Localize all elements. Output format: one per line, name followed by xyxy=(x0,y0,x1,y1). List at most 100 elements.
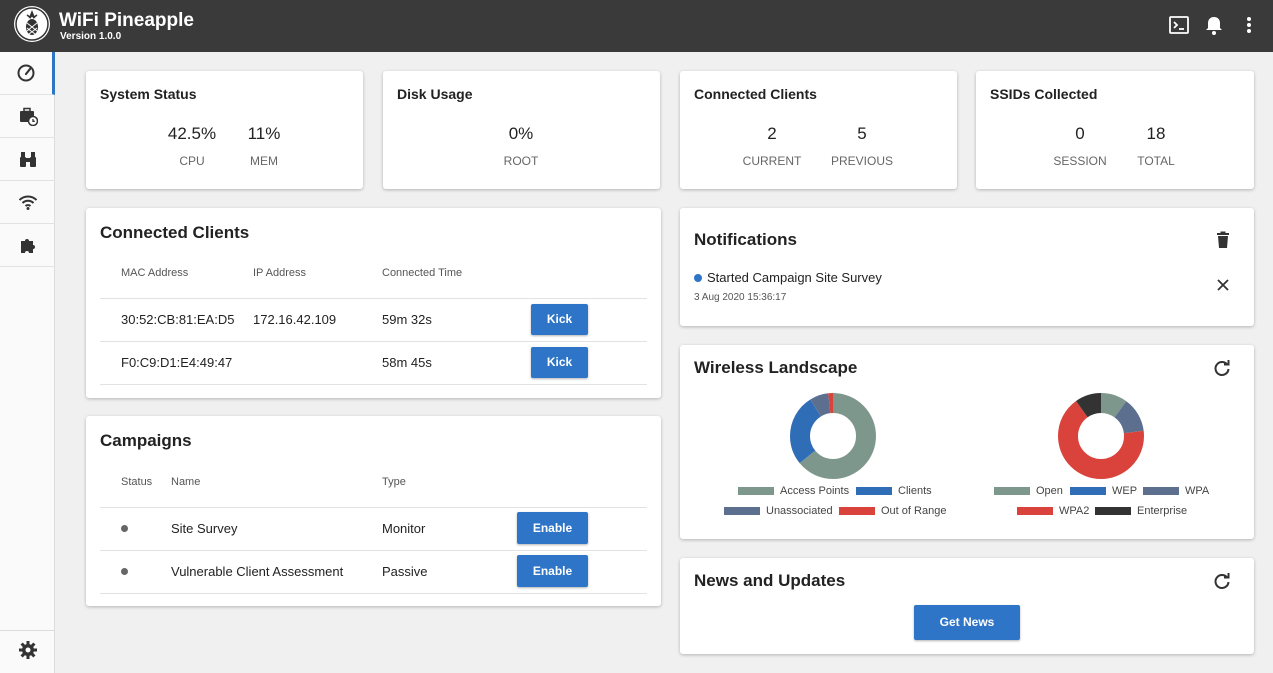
client-ip: 172.16.42.109 xyxy=(253,312,337,327)
sidebar-item-settings[interactable] xyxy=(0,630,55,673)
card-title: Wireless Landscape xyxy=(694,358,858,377)
legend-label: Out of Range xyxy=(881,505,947,517)
campaign-name: Site Survey xyxy=(171,521,238,536)
kick-button[interactable]: Kick xyxy=(531,304,588,335)
encryption-donut-chart xyxy=(1058,393,1144,479)
sidebar-item-dashboard[interactable] xyxy=(0,52,55,95)
session-ssids-label: SESSION xyxy=(1053,154,1107,168)
session-ssids-value: 0 xyxy=(1075,124,1085,143)
dashboard-gauge-icon xyxy=(16,63,36,83)
wifi-icon xyxy=(18,192,38,212)
previous-clients-value: 5 xyxy=(857,124,867,143)
legend-swatch xyxy=(738,487,774,495)
legend-swatch xyxy=(994,487,1030,495)
legend-label: Unassociated xyxy=(766,505,833,517)
card-title: News and Updates xyxy=(694,571,846,590)
campaigns-briefcase-icon xyxy=(18,106,38,126)
cpu-value: 42.5% xyxy=(167,124,217,143)
campaign-type: Passive xyxy=(382,564,428,579)
legend-swatch xyxy=(1070,487,1106,495)
legend-item[interactable]: Unassociated xyxy=(724,505,833,517)
enable-button[interactable]: Enable xyxy=(517,512,588,544)
wireless-landscape-card: Wireless Landscape Access Points Clients… xyxy=(680,345,1254,539)
close-icon[interactable] xyxy=(1213,275,1233,295)
column-header-ip: IP Address xyxy=(253,267,306,279)
legend-swatch xyxy=(1017,507,1053,515)
current-clients-label: CURRENT xyxy=(742,154,802,168)
card-title: Campaigns xyxy=(100,431,192,450)
sidebar-item-modules[interactable] xyxy=(0,224,55,267)
wireless-clients-donut-chart xyxy=(790,393,876,479)
client-mac: F0:C9:D1:E4:49:47 xyxy=(121,355,233,370)
legend-label: Access Points xyxy=(780,485,850,497)
column-header-time: Connected Time xyxy=(382,267,463,279)
client-mac: 30:52:CB:81:EA:D5 xyxy=(121,312,235,327)
ssids-collected-card: SSIDs Collected 0 SESSION 18 TOTAL xyxy=(976,71,1254,189)
notification-time: 3 Aug 2020 15:36:17 xyxy=(694,292,787,303)
campaign-status-indicator xyxy=(121,568,128,575)
legend-label: WPA2 xyxy=(1059,505,1090,517)
app-version: Version 1.0.0 xyxy=(60,31,122,42)
kick-button[interactable]: Kick xyxy=(531,347,588,378)
cpu-label: CPU xyxy=(179,154,205,168)
news-updates-card: News and Updates Get News xyxy=(680,558,1254,654)
unread-dot-icon xyxy=(694,274,702,282)
trash-icon[interactable] xyxy=(1213,230,1233,250)
divider xyxy=(100,507,647,508)
total-ssids-label: TOTAL xyxy=(1137,154,1175,168)
campaign-name: Vulnerable Client Assessment xyxy=(171,564,344,579)
current-clients-value: 2 xyxy=(767,124,777,143)
client-connected-time: 59m 32s xyxy=(382,312,432,327)
connected-clients-card: Connected Clients MAC Address IP Address… xyxy=(86,208,661,398)
card-title: System Status xyxy=(100,86,197,102)
card-title: Connected Clients xyxy=(100,223,250,242)
total-ssids-value: 18 xyxy=(1146,124,1166,143)
campaign-type: Monitor xyxy=(382,521,426,536)
terminal-icon[interactable] xyxy=(1168,14,1190,36)
card-title: SSIDs Collected xyxy=(990,86,1098,102)
app-title: WiFi Pineapple xyxy=(59,10,194,31)
legend-label: Clients xyxy=(898,485,932,497)
enable-button[interactable]: Enable xyxy=(517,555,588,587)
recon-binoculars-icon xyxy=(18,149,38,169)
legend-item[interactable]: WEP xyxy=(1070,485,1137,497)
divider xyxy=(100,593,647,594)
modules-puzzle-icon xyxy=(18,235,38,255)
card-title: Disk Usage xyxy=(397,86,473,102)
notification-text: Started Campaign Site Survey xyxy=(707,270,882,285)
client-connected-time: 58m 45s xyxy=(382,355,432,370)
more-vertical-icon[interactable] xyxy=(1238,14,1260,36)
bell-icon[interactable] xyxy=(1203,14,1225,36)
legend-label: Enterprise xyxy=(1137,505,1188,517)
divider xyxy=(100,550,647,551)
legend-item[interactable]: Out of Range xyxy=(839,505,946,517)
previous-clients-label: PREVIOUS xyxy=(830,154,893,168)
get-news-button[interactable]: Get News xyxy=(914,605,1020,640)
disk-usage-card: Disk Usage 0% ROOT xyxy=(383,71,660,189)
card-title: Notifications xyxy=(694,230,797,249)
legend-item[interactable]: Access Points xyxy=(738,485,849,497)
legend-item[interactable]: Clients xyxy=(856,485,932,497)
pineapple-logo-icon xyxy=(14,6,50,42)
sidebar-item-recon[interactable] xyxy=(0,138,55,181)
legend-item[interactable]: Enterprise xyxy=(1095,505,1187,517)
column-header-type: Type xyxy=(382,476,406,488)
legend-swatch xyxy=(856,487,892,495)
legend-label: WEP xyxy=(1112,485,1138,497)
refresh-icon[interactable] xyxy=(1212,358,1232,378)
legend-item[interactable]: WPA2 xyxy=(1017,505,1089,517)
root-value: 0% xyxy=(508,124,534,143)
sidebar-item-campaigns[interactable] xyxy=(0,95,55,138)
mem-value: 11% xyxy=(247,124,281,143)
refresh-icon[interactable] xyxy=(1212,571,1232,591)
top-app-bar: WiFi Pineapple Version 1.0.0 xyxy=(0,0,1273,52)
divider xyxy=(100,298,647,299)
divider xyxy=(100,341,647,342)
gear-icon xyxy=(18,640,38,665)
column-header-mac: MAC Address xyxy=(121,267,189,279)
legend-swatch xyxy=(1143,487,1179,495)
legend-item[interactable]: Open xyxy=(994,485,1063,497)
legend-item[interactable]: WPA xyxy=(1143,485,1209,497)
sidebar-item-wifi[interactable] xyxy=(0,181,55,224)
connected-clients-summary-card: Connected Clients 2 CURRENT 5 PREVIOUS xyxy=(680,71,957,189)
